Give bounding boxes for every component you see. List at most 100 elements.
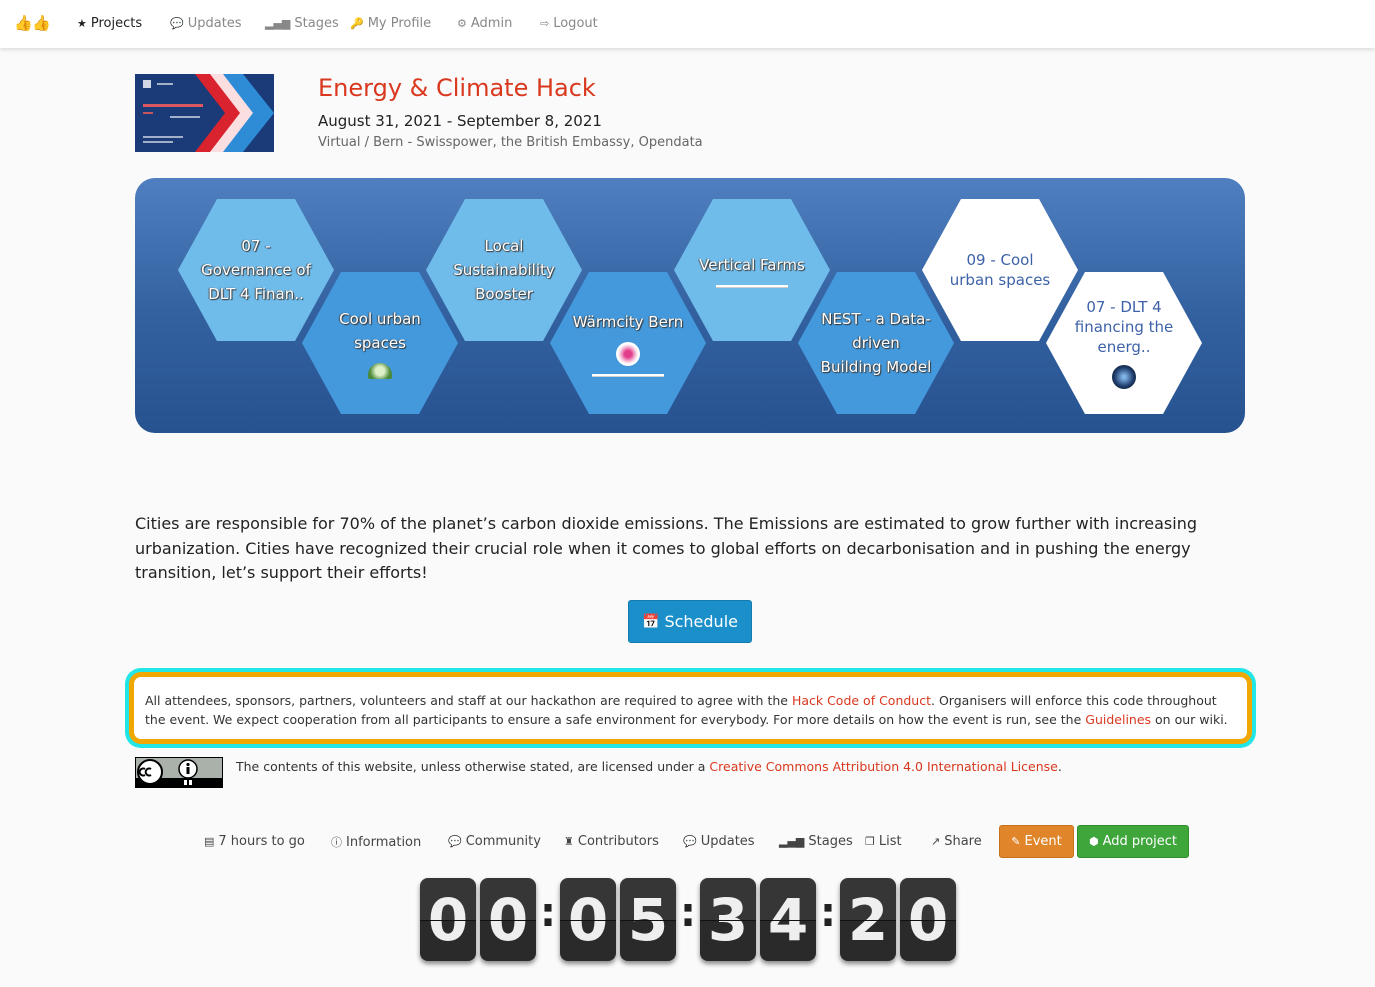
external-link-icon: ↗ — [931, 835, 941, 848]
code-of-conduct-notice: All attendees, sponsors, partners, volun… — [129, 672, 1252, 744]
key-icon: 🔑 — [350, 17, 364, 30]
coc-text: on our wiki. — [1151, 712, 1228, 727]
project-title: NEST - a Data-driven Building Model — [820, 310, 932, 376]
project-title: 07 - DLT 4 financing the energ.. — [1074, 298, 1174, 356]
license-text: The contents of this website, unless oth… — [236, 759, 1062, 774]
pencil-icon: ✎ — [1011, 835, 1021, 848]
cc-by-badge[interactable] — [135, 757, 223, 788]
nav-admin[interactable]: ⚙ Admin — [457, 16, 512, 31]
id-card-icon: ▤ — [204, 835, 215, 848]
countdown-digit: 0 — [420, 878, 476, 961]
add-project-button[interactable]: ⬢ Add project — [1077, 825, 1189, 858]
nav-updates[interactable]: 💬 Updates — [170, 16, 242, 31]
signal-icon: ▂▄▆ — [265, 17, 291, 30]
schedule-button[interactable]: 📅 Schedule — [628, 600, 752, 643]
progress-bar — [592, 373, 664, 377]
nav-stages[interactable]: ▂▄▆ Stages — [265, 16, 339, 31]
project-hex[interactable]: Vertical Farms — [674, 199, 830, 341]
nav-stages-label: Stages — [294, 16, 339, 31]
guidelines-link[interactable]: Guidelines — [1085, 712, 1151, 727]
sign-out-icon: ⇨ — [540, 17, 550, 30]
footer-updates[interactable]: 💬 Updates — [683, 834, 755, 849]
top-navbar: 👍👍 ★ Projects 💬 Updates ▂▄▆ Stages 🔑 My Prof… — [0, 0, 1375, 48]
cube-icon: ⬢ — [1088, 835, 1099, 848]
countdown-digit: 0 — [900, 878, 956, 961]
add-project-button-label: Add project — [1102, 834, 1178, 849]
nav-my-profile-label: My Profile — [367, 16, 432, 31]
project-title: 07 - Governance of DLT 4 Finan.. — [201, 237, 311, 303]
comment-icon: 💬 — [448, 835, 462, 848]
countdown-separator: : — [680, 890, 696, 936]
countdown-digit: 5 — [620, 878, 676, 961]
license-prefix: The contents of this website, unless oth… — [236, 759, 710, 774]
project-title: Wärmcity Bern — [572, 312, 684, 331]
countdown-digit: 2 — [840, 878, 896, 961]
project-title: 09 - Cool urban spaces — [949, 251, 1051, 289]
coc-text: All attendees, sponsors, partners, volun… — [145, 693, 792, 708]
nav-updates-label: Updates — [187, 16, 242, 31]
countdown-digit: 4 — [760, 878, 816, 961]
project-logo-icon — [616, 341, 640, 366]
nav-projects-label: Projects — [90, 16, 143, 31]
footer-time-left[interactable]: ▤ 7 hours to go — [204, 834, 305, 849]
calendar-icon: 📅 — [642, 613, 660, 630]
nav-my-profile[interactable]: 🔑 My Profile — [350, 16, 431, 31]
project-hex[interactable]: Wärmcity Bern — [550, 272, 706, 414]
footer-updates-label: Updates — [700, 834, 755, 849]
project-title: Local Sustainability Booster — [453, 237, 555, 303]
footer-community[interactable]: 💬 Community — [448, 834, 541, 849]
nav-logout[interactable]: ⇨ Logout — [540, 16, 598, 31]
info-icon: ⓘ — [331, 836, 342, 849]
progress-bar — [716, 284, 788, 288]
project-logo-icon — [1112, 365, 1136, 389]
project-honeycomb: 07 - Governance of DLT 4 Finan.. Cool ur… — [135, 178, 1245, 433]
countdown-separator: : — [820, 890, 836, 936]
footer-contributors[interactable]: ♜ Contributors — [564, 834, 659, 849]
schedule-button-label: Schedule — [664, 612, 738, 631]
footer-stages-label: Stages — [808, 834, 853, 849]
footer-time-label: 7 hours to go — [218, 834, 305, 849]
thumbs-up-icon[interactable]: 👍👍 — [14, 2, 50, 44]
countdown-digit: 3 — [700, 878, 756, 961]
footer-contributors-label: Contributors — [577, 834, 659, 849]
footer-stages[interactable]: ▂▄▆ Stages — [779, 834, 853, 849]
project-title: Cool urban spaces — [339, 310, 421, 352]
star-icon: ★ — [77, 17, 87, 30]
footer-community-label: Community — [465, 834, 541, 849]
countdown-digit: 0 — [480, 878, 536, 961]
footer-list[interactable]: ❐ List — [865, 834, 902, 849]
footer-information[interactable]: ⓘ Information — [331, 834, 421, 850]
project-hex[interactable]: 07 - Governance of DLT 4 Finan.. — [178, 199, 334, 341]
nav-projects[interactable]: ★ Projects — [77, 16, 142, 31]
footer-information-label: Information — [346, 835, 422, 850]
event-logo[interactable] — [135, 74, 274, 152]
comment-icon: 💬 — [170, 17, 184, 30]
event-description: Cities are responsible for 70% of the pl… — [135, 514, 1197, 582]
event-button-label: Event — [1024, 834, 1062, 849]
event-venue: Virtual / Bern - Swisspower, the British… — [318, 135, 703, 150]
files-icon: ❐ — [865, 835, 875, 848]
countdown-separator: : — [540, 890, 556, 936]
code-of-conduct-link[interactable]: Hack Code of Conduct — [792, 693, 931, 708]
event-button[interactable]: ✎ Event — [999, 825, 1074, 858]
project-title: Vertical Farms — [699, 255, 805, 274]
nav-logout-label: Logout — [553, 16, 598, 31]
signal-icon: ▂▄▆ — [779, 835, 805, 848]
footer-share[interactable]: ↗ Share — [931, 834, 982, 849]
footer-list-label: List — [878, 834, 902, 849]
event-dates: August 31, 2021 - September 8, 2021 — [318, 112, 602, 130]
project-hex[interactable]: Local Sustainability Booster — [426, 199, 582, 341]
project-hex[interactable]: 09 - Cool urban spaces — [922, 199, 1078, 341]
project-hex[interactable]: NEST - a Data-driven Building Model — [798, 272, 954, 414]
nav-admin-label: Admin — [470, 16, 513, 31]
countdown-digit: 0 — [560, 878, 616, 961]
comment-icon: 💬 — [683, 835, 697, 848]
event-title[interactable]: Energy & Climate Hack — [318, 74, 596, 102]
person-icon: ♜ — [564, 835, 574, 848]
project-hex[interactable]: Cool urban spaces — [302, 272, 458, 414]
license-link[interactable]: Creative Commons Attribution 4.0 Interna… — [709, 759, 1057, 774]
gear-icon: ⚙ — [457, 17, 467, 30]
license-end: . — [1057, 759, 1062, 774]
project-hex[interactable]: 07 - DLT 4 financing the energ.. — [1046, 272, 1202, 414]
footer-share-label: Share — [944, 834, 982, 849]
